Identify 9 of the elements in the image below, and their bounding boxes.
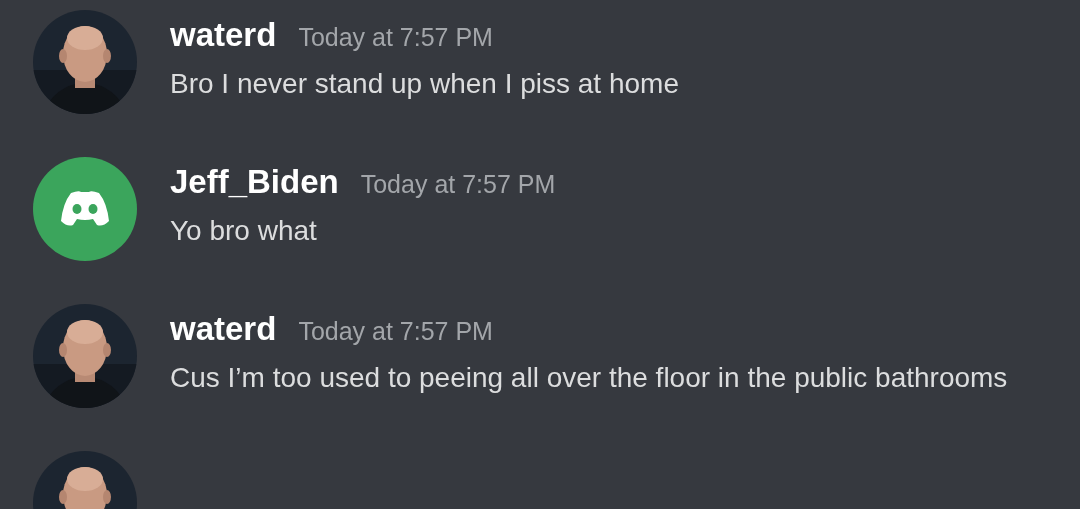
message-text: Bro I never stand up when I piss at home	[170, 67, 680, 101]
message-text: Cus I’m too used to peeing all over the floor in the public bathrooms	[170, 361, 1009, 395]
timestamp: Today at 7:57 PM	[360, 169, 556, 200]
timestamp: Today at 7:57 PM	[298, 22, 493, 53]
username[interactable]: Jeff_Biden	[170, 157, 339, 207]
username[interactable]: waterd	[170, 10, 277, 60]
message-text: Yo bro what	[170, 214, 318, 248]
timestamp: Today at 7:57 PM	[298, 316, 493, 347]
username[interactable]: waterd	[170, 304, 277, 354]
